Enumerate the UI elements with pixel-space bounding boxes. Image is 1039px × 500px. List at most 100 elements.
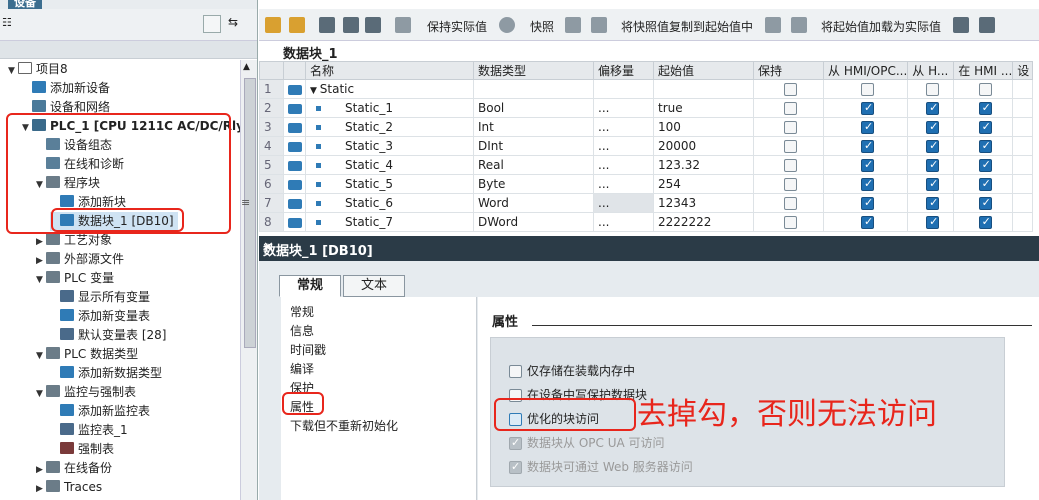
cell-in-hmi[interactable] — [953, 155, 1014, 175]
cell-from-h[interactable] — [907, 136, 955, 156]
cell-offset[interactable]: ... — [593, 212, 654, 232]
cell-type[interactable]: DInt — [473, 136, 594, 156]
checkbox[interactable] — [784, 83, 797, 96]
cell-name[interactable]: Static_3 — [305, 136, 474, 156]
cell-from-h[interactable] — [907, 212, 955, 232]
table-row[interactable]: 7 Static_6 Word... 12343 — [259, 193, 1034, 213]
checkbox[interactable] — [784, 216, 797, 229]
tree-item[interactable]: ▼ 项目8 — [8, 60, 68, 79]
copy2-icon[interactable] — [591, 17, 607, 33]
cell-type[interactable] — [473, 79, 594, 99]
expand-arrow-icon[interactable]: ▼ — [8, 62, 18, 81]
checkbox[interactable] — [978, 102, 992, 115]
expand-arrow-icon[interactable]: ▼ — [36, 385, 46, 404]
checkbox[interactable] — [978, 178, 992, 191]
tree-item[interactable]: ▼ PLC 变量 — [36, 269, 114, 288]
splitter-grip-icon[interactable]: ≡ — [241, 196, 250, 209]
tree-item[interactable]: 监控表_1 — [50, 421, 128, 440]
cell-retain[interactable] — [753, 212, 824, 232]
cell-in-hmi[interactable] — [953, 98, 1014, 118]
cell-type[interactable]: Word — [473, 193, 594, 213]
cell-retain[interactable] — [753, 193, 824, 213]
cell-retain[interactable] — [753, 174, 824, 194]
cell-from-h[interactable] — [907, 98, 955, 118]
tree-toolbar-icon[interactable]: ☷ — [2, 16, 20, 34]
checkbox[interactable] — [784, 159, 797, 172]
tree-item[interactable]: 添加新监控表 — [50, 402, 150, 421]
tree-sync-icon[interactable]: ⇆ — [228, 15, 246, 33]
tree-scrollbar[interactable]: ▲ — [240, 60, 257, 500]
checkbox[interactable] — [926, 178, 940, 191]
col-set[interactable]: 设 — [1012, 61, 1034, 80]
cell-hmi-opc[interactable] — [822, 136, 909, 156]
checkbox[interactable] — [861, 197, 875, 210]
cell-hmi-opc[interactable] — [822, 212, 909, 232]
cell-in-hmi[interactable] — [953, 193, 1014, 213]
view-toggle-icon[interactable] — [203, 15, 221, 33]
tree-item[interactable]: 添加新数据类型 — [50, 364, 162, 383]
cell-offset[interactable]: ... — [593, 117, 654, 137]
cell-retain[interactable] — [753, 79, 824, 99]
nav-item[interactable]: 下载但不重新初始化 — [290, 417, 398, 434]
cell-name[interactable]: Static_5 — [305, 174, 474, 194]
checkbox[interactable] — [978, 83, 992, 96]
cell-retain[interactable] — [753, 117, 824, 137]
col-type[interactable]: 数据类型 — [473, 61, 594, 80]
col-in-hmi[interactable]: 在 HMI ... — [953, 61, 1014, 80]
table-row[interactable]: 4 Static_3 DInt... 20000 — [259, 136, 1034, 156]
nav-item[interactable]: 编译 — [290, 360, 314, 377]
checkbox[interactable] — [978, 140, 992, 153]
col-hmi-opc[interactable]: 从 HMI/OPC... — [822, 61, 909, 80]
cell-start[interactable]: 254 — [653, 174, 754, 194]
tree-item[interactable]: 显示所有变量 — [50, 288, 150, 307]
tree-item[interactable]: ▼ PLC 数据类型 — [36, 345, 138, 364]
list-icon[interactable] — [365, 17, 381, 33]
expand-arrow-icon[interactable]: ▶ — [36, 480, 46, 499]
cell-start[interactable]: true — [653, 98, 754, 118]
cell-name[interactable]: Static_1 — [305, 98, 474, 118]
close-icon[interactable]: ✕ — [263, 240, 1037, 255]
checkbox[interactable] — [926, 83, 940, 96]
cell-in-hmi[interactable] — [953, 79, 1014, 99]
checkbox[interactable] — [784, 140, 797, 153]
table-row[interactable]: 5 Static_4 Real... 123.32 — [259, 155, 1034, 175]
checkbox[interactable] — [784, 178, 797, 191]
cell-hmi-opc[interactable] — [822, 117, 909, 137]
cell-retain[interactable] — [753, 98, 824, 118]
tree-item[interactable]: 强制表 — [50, 440, 114, 459]
insert-row-icon[interactable] — [265, 17, 281, 33]
cell-name[interactable]: Static_4 — [305, 155, 474, 175]
attribute-option[interactable]: 仅存储在装载内存中 — [509, 362, 635, 379]
table-row[interactable]: 8 Static_7 DWord... 2222222 — [259, 212, 1034, 232]
cell-start[interactable] — [653, 79, 754, 99]
checkbox[interactable] — [978, 197, 992, 210]
table-row[interactable]: 2 Static_1 Bool... true — [259, 98, 1034, 118]
cell-from-h[interactable] — [907, 155, 955, 175]
checkbox[interactable] — [784, 197, 797, 210]
cell-offset[interactable]: ... — [593, 155, 654, 175]
checkbox[interactable] — [978, 121, 992, 134]
cell-retain[interactable] — [753, 155, 824, 175]
expand-arrow-icon[interactable]: ▼ — [36, 347, 46, 366]
cell-in-hmi[interactable] — [953, 174, 1014, 194]
cell-from-h[interactable] — [907, 193, 955, 213]
cell-start[interactable]: 12343 — [653, 193, 754, 213]
tree-item[interactable]: 默认变量表 [28] — [50, 326, 166, 345]
tree-item[interactable]: ▶ Traces — [36, 478, 102, 497]
cell-hmi-opc[interactable] — [822, 98, 909, 118]
cell-hmi-opc[interactable] — [822, 193, 909, 213]
col-offset[interactable]: 偏移量 — [593, 61, 654, 80]
option-checkbox[interactable] — [509, 365, 522, 378]
checkbox[interactable] — [861, 121, 875, 134]
download-icon[interactable] — [953, 17, 969, 33]
monitor-icon[interactable] — [395, 17, 411, 33]
cell-offset[interactable] — [593, 79, 654, 99]
checkbox[interactable] — [926, 140, 940, 153]
cell-start[interactable]: 2222222 — [653, 212, 754, 232]
cell-name[interactable]: Static_6 — [305, 193, 474, 213]
checkbox[interactable] — [784, 121, 797, 134]
cell-in-hmi[interactable] — [953, 136, 1014, 156]
checkbox[interactable] — [784, 102, 797, 115]
cell-from-h[interactable] — [907, 117, 955, 137]
add-row-icon[interactable] — [289, 17, 305, 33]
